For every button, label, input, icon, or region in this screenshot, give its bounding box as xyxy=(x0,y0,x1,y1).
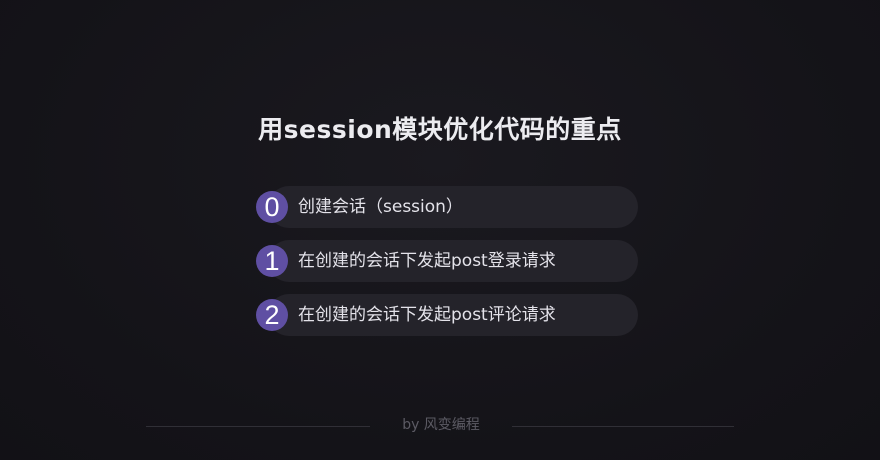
step-text: 在创建的会话下发起post登录请求 xyxy=(298,251,556,271)
footer-divider-left xyxy=(146,426,370,427)
footer-credit: by 风变编程 xyxy=(402,417,480,433)
step-number-badge: 1 xyxy=(256,245,288,277)
step-number-badge: 0 xyxy=(256,191,288,223)
step-list: 0 创建会话（session） 1 在创建的会话下发起post登录请求 2 在创… xyxy=(256,186,638,348)
step-item-2: 2 在创建的会话下发起post评论请求 xyxy=(256,294,638,336)
slide: 用session模块优化代码的重点 0 创建会话（session） 1 在创建的… xyxy=(0,0,880,460)
step-item-0: 0 创建会话（session） xyxy=(256,186,638,228)
step-text: 在创建的会话下发起post评论请求 xyxy=(298,305,556,325)
footer-divider-right xyxy=(512,426,734,427)
step-number-badge: 2 xyxy=(256,299,288,331)
slide-title: 用session模块优化代码的重点 xyxy=(258,115,622,144)
step-text: 创建会话（session） xyxy=(298,197,463,217)
step-item-1: 1 在创建的会话下发起post登录请求 xyxy=(256,240,638,282)
